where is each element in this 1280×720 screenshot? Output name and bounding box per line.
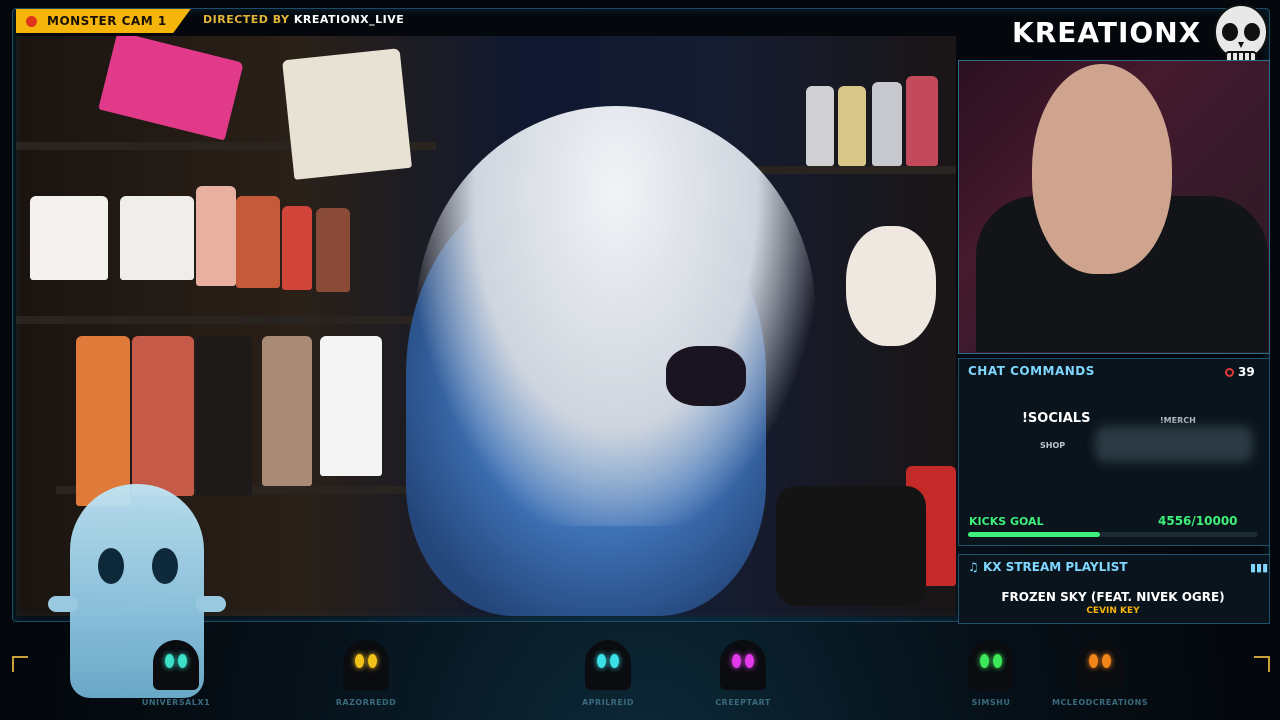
directed-by: DIRECTED BY KREATIONX_LIVE (203, 13, 404, 26)
playlist-title: KX STREAM PLAYLIST (982, 560, 1128, 574)
frame-corner (12, 656, 28, 672)
equalizer-icon: ▮▮▮ (1250, 561, 1269, 574)
kicks-goal-label: KICKS GOAL (969, 515, 1044, 528)
viewer-ghost-eye (745, 654, 754, 668)
ghost-arm (196, 596, 226, 612)
ghost-eye (152, 548, 178, 584)
directed-prefix: DIRECTED BY (203, 13, 290, 26)
camera-label: MONSTER CAM 1 (16, 9, 191, 33)
kicks-goal-progress-fill (968, 532, 1101, 537)
playlist-title-row: ♫ KX STREAM PLAYLIST (968, 560, 1128, 574)
viewer-ghost-eye (610, 654, 619, 668)
viewer-ghost (968, 640, 1014, 690)
viewer-ghost-eye (597, 654, 606, 668)
viewer-ghost-eye (1089, 654, 1098, 668)
live-viewers-icon (1225, 367, 1234, 377)
viewer-ghost-eye (993, 654, 1002, 668)
ghost-eye (98, 548, 124, 584)
command-merch: !MERCH (1160, 416, 1196, 425)
kicks-goal-value: 4556/10000 (1158, 514, 1238, 528)
viewer-ghost-name: MCLEODCREATIONS (1051, 698, 1149, 707)
blurred-command-text (1095, 426, 1253, 462)
song-title: FROZEN SKY (FEAT. NIVEK OGRE) (1001, 590, 1225, 604)
viewer-ghost (720, 640, 766, 690)
viewer-ghost-eye (368, 654, 377, 668)
viewer-ghost-eye (980, 654, 989, 668)
chat-commands-title: CHAT COMMANDS (968, 364, 1095, 378)
kicks-goal-progress-bar (968, 532, 1258, 537)
viewer-count: 39 (1225, 365, 1255, 379)
viewer-ghost-eye (732, 654, 741, 668)
viewer-ghost (343, 640, 389, 690)
record-indicator-icon (26, 15, 37, 27)
viewer-ghost (153, 640, 199, 690)
viewer-ghost-eye (165, 654, 174, 668)
music-note-icon: ♫ (968, 560, 979, 574)
command-shop: SHOP (1040, 441, 1066, 450)
viewer-ghost (1077, 640, 1123, 690)
streamer-face (1032, 64, 1172, 274)
song-artist: CEVIN KEY (1086, 606, 1140, 616)
viewer-ghost-name: APRILREID (581, 698, 635, 707)
viewer-count-value: 39 (1238, 365, 1255, 379)
brand-logo-text: KREATIONX (1012, 16, 1202, 49)
ghost-arm (48, 596, 78, 612)
viewer-ghost-name: SIMSHU (971, 698, 1011, 707)
viewer-ghost-eye (355, 654, 364, 668)
viewer-ghost-name: CREEPTART (715, 698, 771, 707)
viewer-ghost-eye (1102, 654, 1111, 668)
viewer-ghost-eye (178, 654, 187, 668)
viewer-ghost-name: RAZORREDD (335, 698, 397, 707)
command-socials: !SOCIALS (1022, 411, 1091, 426)
viewer-ghost-name: UNIVERSALX1 (141, 698, 211, 707)
camera-label-text: MONSTER CAM 1 (47, 14, 167, 28)
viewer-ghost (585, 640, 631, 690)
frame-corner (1254, 656, 1270, 672)
directed-name: KREATIONX_LIVE (293, 13, 405, 26)
